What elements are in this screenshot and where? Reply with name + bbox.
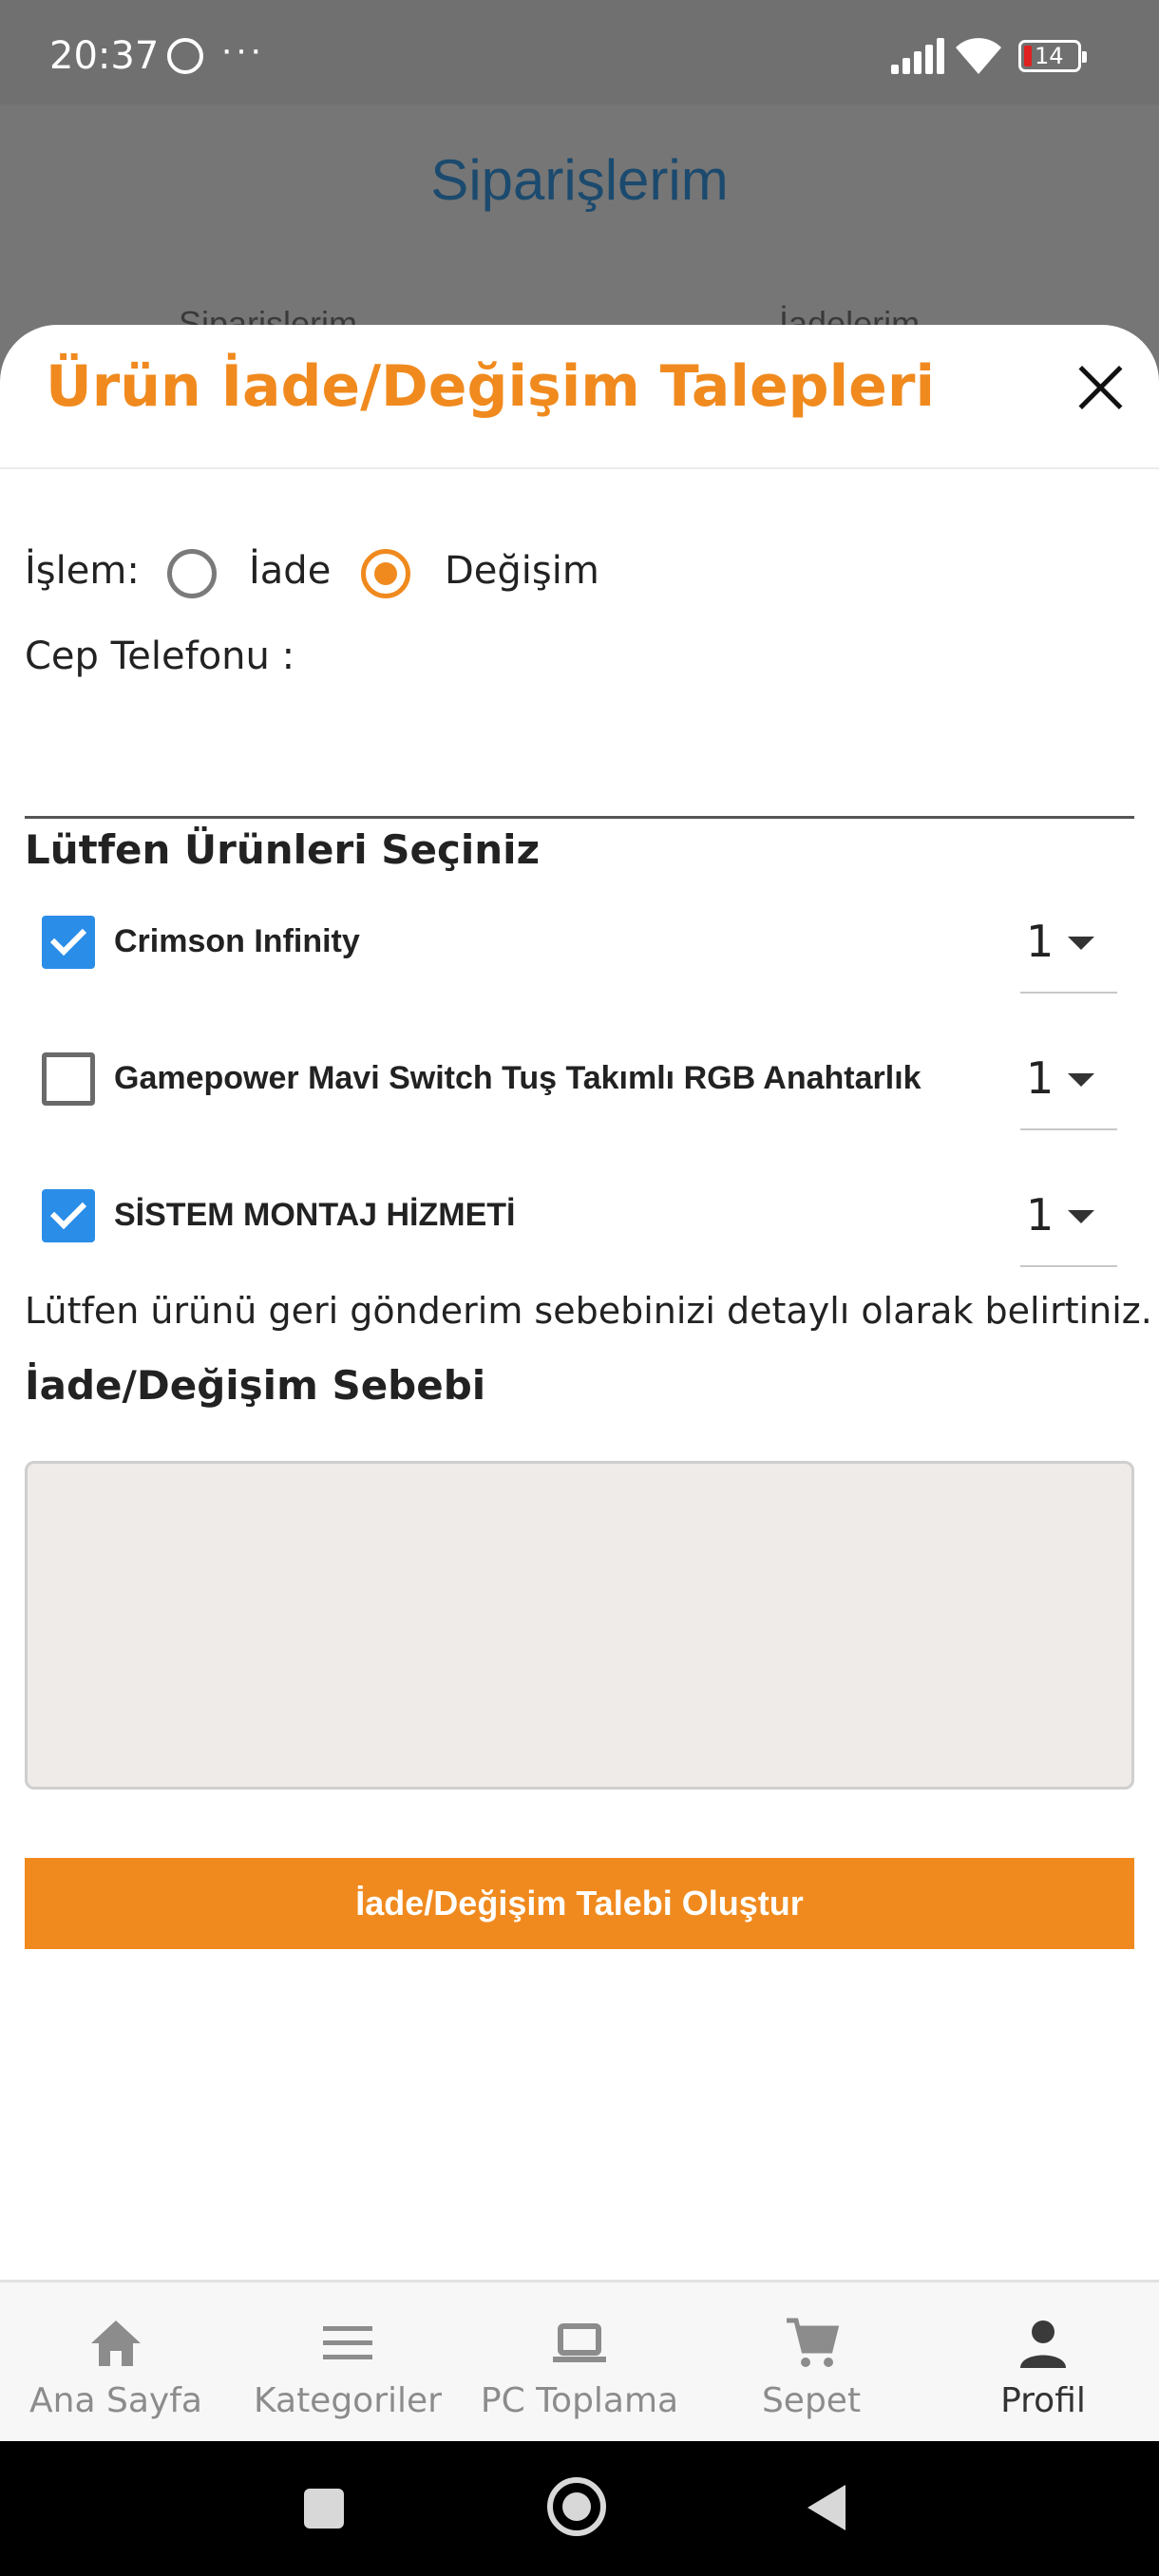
battery-level: 14 [1035, 43, 1064, 69]
quantity-value: 1 [1026, 916, 1054, 967]
nav-categories[interactable]: Kategoriler [232, 2282, 464, 2444]
menu-icon [323, 2326, 372, 2359]
product-checkbox[interactable] [42, 1052, 95, 1106]
page-title: Siparişlerim [430, 148, 729, 212]
nav-pc-builder[interactable]: PC Toplama [464, 2282, 695, 2444]
divider [0, 467, 1159, 469]
nav-cart[interactable]: Sepet [695, 2282, 927, 2444]
nav-categories-label: Kategoriler [254, 2381, 442, 2420]
status-bar: 20:37 ··· 14 [0, 0, 1159, 104]
back-icon[interactable] [808, 2485, 846, 2530]
products-title: Lütfen Ürünleri Seçiniz [25, 826, 541, 873]
quantity-select[interactable]: 1 [1020, 1168, 1117, 1267]
product-name: Gamepower Mavi Switch Tuş Takımlı RGB An… [114, 1060, 922, 1096]
product-name: Crimson Infinity [114, 923, 360, 959]
reason-textarea[interactable] [25, 1461, 1134, 1790]
radio-exchange-label[interactable]: Değişim [445, 549, 599, 593]
product-row: SİSTEM MONTAJ HİZMETİ 1 [42, 1168, 1117, 1267]
reason-label: İade/Değişim Sebebi [25, 1362, 486, 1409]
home-icon [91, 2320, 141, 2366]
close-icon[interactable] [1072, 359, 1129, 416]
dropdown-arrow-icon [1068, 937, 1094, 950]
phone-label: Cep Telefonu : [25, 635, 295, 678]
bottom-nav: Ana Sayfa Kategoriler PC Toplama Sepet P… [0, 2280, 1159, 2441]
home-button-icon[interactable] [547, 2477, 606, 2536]
operation-label: İşlem: [25, 549, 140, 593]
nav-cart-label: Sepet [761, 2381, 862, 2420]
dropdown-arrow-icon [1068, 1073, 1094, 1087]
whatsapp-icon [167, 38, 203, 74]
quantity-select[interactable]: 1 [1020, 1032, 1117, 1130]
return-request-sheet: Ürün İade/Değişim Talepleri İşlem: İade … [0, 325, 1159, 2282]
nav-home-label: Ana Sayfa [29, 2381, 202, 2420]
product-row: Crimson Infinity 1 [42, 895, 1117, 994]
quantity-value: 1 [1026, 1052, 1054, 1104]
product-row: Gamepower Mavi Switch Tuş Takımlı RGB An… [42, 1032, 1117, 1130]
laptop-icon [553, 2323, 606, 2362]
battery-icon: 14 [1018, 40, 1087, 72]
status-time: 20:37 [49, 34, 160, 78]
system-nav-bar [0, 2441, 1159, 2576]
reason-hint: Lütfen ürünü geri gönderim sebebinizi de… [25, 1290, 1152, 1332]
radio-exchange[interactable] [361, 549, 410, 598]
signal-icon [891, 38, 944, 74]
nav-profile-label: Profil [1000, 2381, 1086, 2420]
product-name: SİSTEM MONTAJ HİZMETİ [114, 1197, 516, 1233]
product-checkbox[interactable] [42, 1189, 95, 1242]
radio-return-label[interactable]: İade [249, 549, 331, 593]
cart-icon [787, 2318, 840, 2367]
quantity-select[interactable]: 1 [1020, 895, 1117, 994]
nav-pc-builder-label: PC Toplama [480, 2381, 679, 2420]
radio-return[interactable] [167, 549, 217, 598]
nav-profile[interactable]: Profil [927, 2282, 1159, 2444]
submit-request-button[interactable]: İade/Değişim Talebi Oluştur [25, 1858, 1134, 1949]
sheet-title: Ürün İade/Değişim Talepleri [46, 353, 936, 420]
dropdown-arrow-icon [1068, 1210, 1094, 1223]
nav-home[interactable]: Ana Sayfa [0, 2282, 232, 2444]
phone-input[interactable] [25, 705, 1134, 819]
more-notifications-icon: ··· [220, 28, 264, 70]
quantity-value: 1 [1026, 1189, 1054, 1241]
person-icon [1020, 2320, 1066, 2368]
product-checkbox[interactable] [42, 916, 95, 969]
recent-apps-icon[interactable] [304, 2489, 344, 2529]
wifi-icon [956, 38, 1001, 74]
